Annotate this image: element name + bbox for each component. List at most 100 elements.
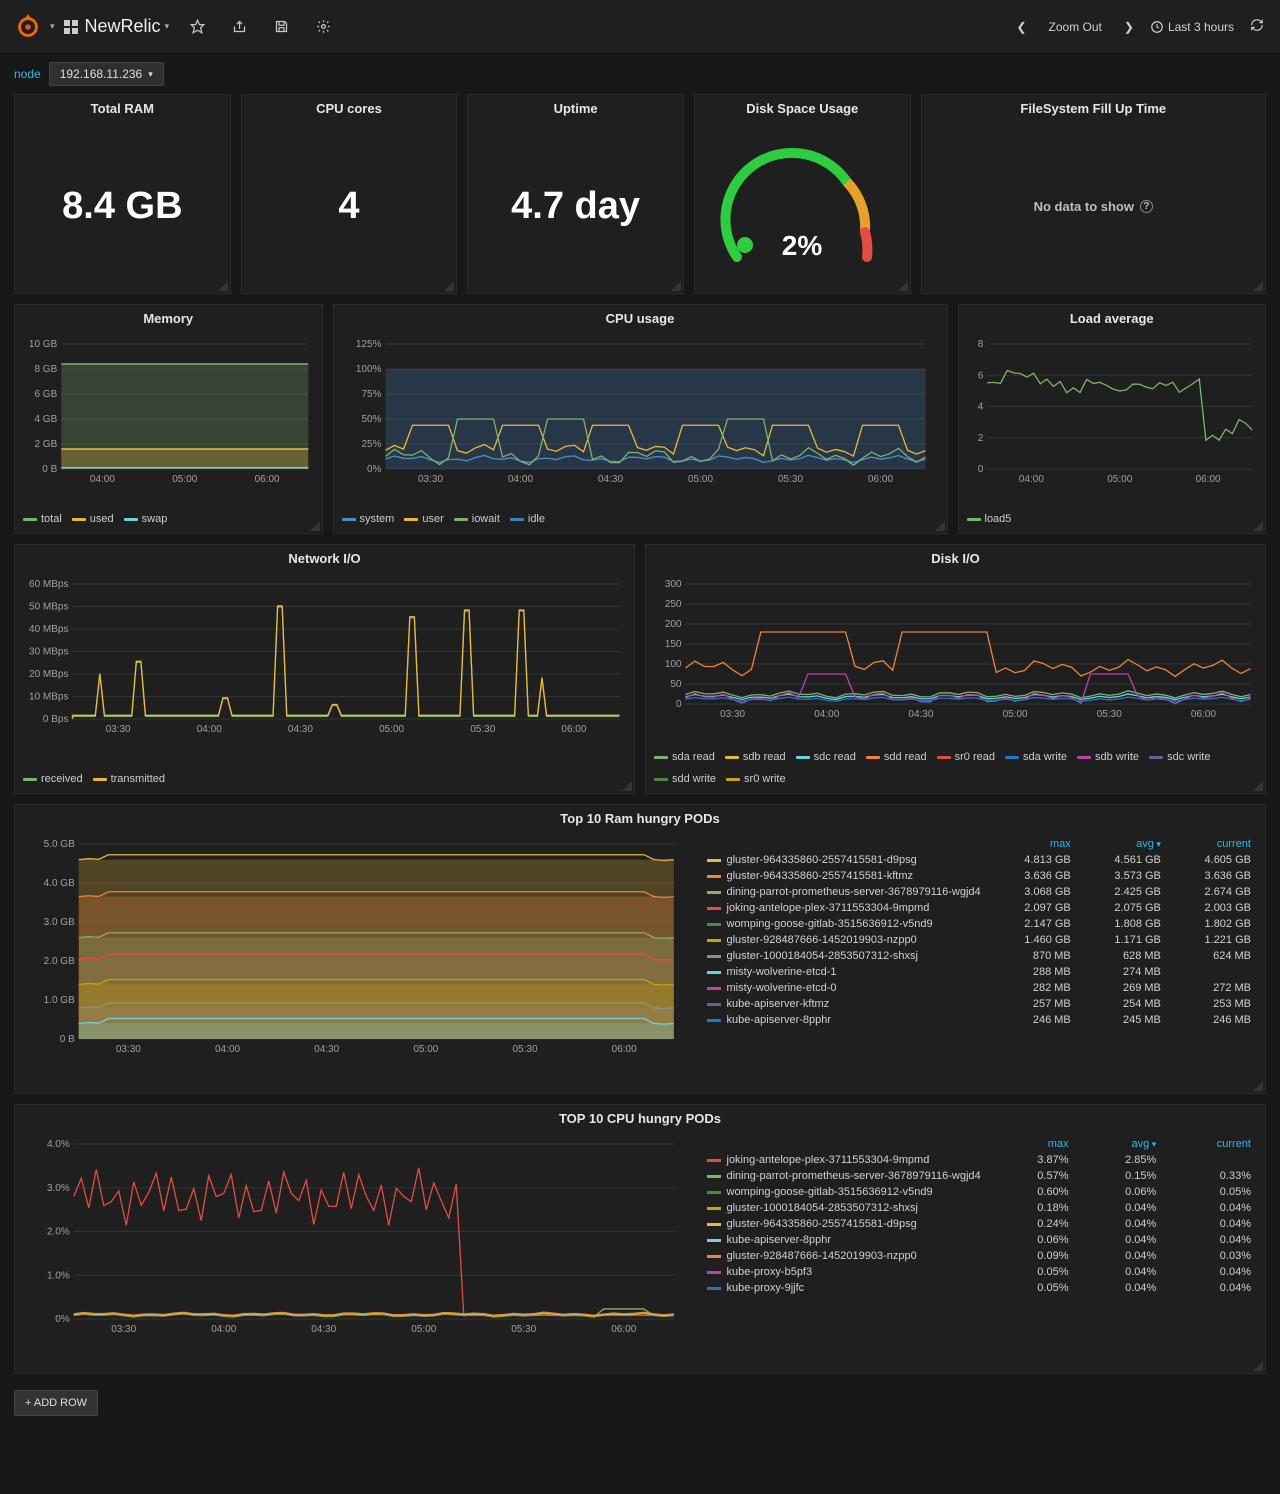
svg-text:06:00: 06:00: [611, 1324, 636, 1334]
col-name[interactable]: [703, 1136, 985, 1152]
resize-handle-icon[interactable]: [1253, 521, 1263, 531]
table-row[interactable]: joking-antelope-plex-3711553304-9mpmd3.8…: [703, 1152, 1256, 1168]
svg-text:0 Bps: 0 Bps: [43, 714, 69, 725]
legend-item[interactable]: sdb write: [1077, 751, 1139, 763]
panel-cpu-cores[interactable]: CPU cores 4: [241, 94, 458, 294]
panel-total-ram[interactable]: Total RAM 8.4 GB: [14, 94, 231, 294]
svg-text:6: 6: [977, 370, 983, 381]
table-row[interactable]: misty-wolverine-etcd-0282 MB269 MB272 MB: [703, 980, 1256, 996]
table-row[interactable]: dining-parrot-prometheus-server-36789791…: [703, 884, 1256, 900]
legend-item[interactable]: system: [342, 513, 395, 525]
table-row[interactable]: kube-apiserver-8pphr246 MB245 MB246 MB: [703, 1012, 1256, 1028]
col-avg[interactable]: avg: [1075, 836, 1165, 852]
legend-table: max avg current joking-antelope-plex-371…: [703, 1136, 1256, 1296]
time-forward-button[interactable]: ❯: [1118, 16, 1140, 38]
svg-text:05:00: 05:00: [1003, 709, 1028, 719]
panel-uptime[interactable]: Uptime 4.7 day: [467, 94, 684, 294]
legend-item[interactable]: received: [23, 773, 83, 785]
dashboard-picker[interactable]: NewRelic ▾: [63, 16, 170, 37]
legend-item[interactable]: iowait: [454, 513, 500, 525]
svg-text:3.0%: 3.0%: [47, 1183, 70, 1194]
resize-handle-icon[interactable]: [935, 521, 945, 531]
panel-ram-pods[interactable]: Top 10 Ram hungry PODs 5.0 GB4.0 GB3.0 G…: [14, 804, 1266, 1094]
table-row[interactable]: gluster-928487666-1452019903-nzpp01.460 …: [703, 932, 1256, 948]
grafana-logo[interactable]: [10, 9, 46, 45]
col-current[interactable]: current: [1160, 1136, 1255, 1152]
col-max[interactable]: max: [985, 1136, 1073, 1152]
legend-item[interactable]: sdc write: [1149, 751, 1210, 763]
col-current[interactable]: current: [1165, 836, 1255, 852]
row-singlestats: Total RAM 8.4 GB CPU cores 4 Uptime 4.7 …: [0, 94, 1280, 304]
panel-network-io[interactable]: Network I/O 60 MBps50 MBps40 MBps30 MBps…: [14, 544, 635, 794]
resize-handle-icon[interactable]: [1253, 781, 1263, 791]
resize-handle-icon[interactable]: [1253, 1361, 1263, 1371]
variable-node-select[interactable]: 192.168.11.236 ▾: [49, 62, 164, 86]
table-row[interactable]: gluster-964335860-2557415581-d9psg0.24%0…: [703, 1216, 1256, 1232]
svg-text:0 B: 0 B: [42, 464, 57, 475]
table-row[interactable]: gluster-964335860-2557415581-kftmz3.636 …: [703, 868, 1256, 884]
legend-item[interactable]: sdc read: [796, 751, 856, 763]
legend-item[interactable]: load5: [967, 513, 1012, 525]
svg-text:100: 100: [665, 659, 682, 670]
svg-text:0%: 0%: [55, 1314, 70, 1325]
time-back-button[interactable]: ❮: [1010, 16, 1032, 38]
table-row[interactable]: misty-wolverine-etcd-1288 MB274 MB: [703, 964, 1256, 980]
resize-handle-icon[interactable]: [310, 521, 320, 531]
legend-item[interactable]: sda write: [1005, 751, 1067, 763]
star-button[interactable]: [183, 13, 211, 41]
panel-disk-io[interactable]: Disk I/O 30025020015010050003:3004:0004:…: [645, 544, 1266, 794]
panel-fs-fillup[interactable]: FileSystem Fill Up Time No data to show …: [921, 94, 1266, 294]
zoom-out-button[interactable]: Zoom Out: [1043, 16, 1108, 38]
time-range-picker[interactable]: Last 3 hours: [1150, 20, 1234, 34]
legend-item[interactable]: used: [72, 513, 114, 525]
legend-item[interactable]: swap: [124, 513, 168, 525]
legend-item[interactable]: idle: [510, 513, 545, 525]
resize-handle-icon[interactable]: [1253, 281, 1263, 291]
resize-handle-icon[interactable]: [671, 281, 681, 291]
table-row[interactable]: gluster-928487666-1452019903-nzpp00.09%0…: [703, 1248, 1256, 1264]
resize-handle-icon[interactable]: [898, 281, 908, 291]
legend-item[interactable]: sr0 read: [937, 751, 995, 763]
legend-item[interactable]: sdd write: [654, 773, 716, 785]
help-icon[interactable]: ?: [1140, 200, 1153, 213]
legend-item[interactable]: user: [404, 513, 443, 525]
table-row[interactable]: gluster-964335860-2557415581-d9psg4.813 …: [703, 852, 1256, 868]
share-button[interactable]: [225, 13, 253, 41]
table-row[interactable]: kube-apiserver-kftmz257 MB254 MB253 MB: [703, 996, 1256, 1012]
col-name[interactable]: [703, 836, 985, 852]
legend-item[interactable]: sdd read: [866, 751, 927, 763]
resize-handle-icon[interactable]: [1253, 1081, 1263, 1091]
table-row[interactable]: dining-parrot-prometheus-server-36789791…: [703, 1168, 1256, 1184]
legend-item[interactable]: transmitted: [93, 773, 165, 785]
panel-title: FileSystem Fill Up Time: [922, 95, 1265, 120]
logo-dropdown-icon[interactable]: ▾: [50, 21, 55, 32]
table-row[interactable]: gluster-1000184054-2853507312-shxsj870 M…: [703, 948, 1256, 964]
table-row[interactable]: womping-goose-gitlab-3515636912-v5nd92.1…: [703, 916, 1256, 932]
table-row[interactable]: gluster-1000184054-2853507312-shxsj0.18%…: [703, 1200, 1256, 1216]
panel-cpu-usage[interactable]: CPU usage 125%100%75%50%25%0%03:3004:000…: [333, 304, 948, 534]
table-row[interactable]: kube-proxy-9jjfc0.05%0.04%0.04%: [703, 1280, 1256, 1296]
resize-handle-icon[interactable]: [622, 781, 632, 791]
table-row[interactable]: joking-antelope-plex-3711553304-9mpmd2.0…: [703, 900, 1256, 916]
panel-cpu-pods[interactable]: TOP 10 CPU hungry PODs 4.0%3.0%2.0%1.0%0…: [14, 1104, 1266, 1374]
resize-handle-icon[interactable]: [444, 281, 454, 291]
panel-disk-usage[interactable]: Disk Space Usage 2%: [694, 94, 911, 294]
legend-item[interactable]: total: [23, 513, 62, 525]
panel-memory[interactable]: Memory 10 GB8 GB6 GB4 GB2 GB0 B04:0005:0…: [14, 304, 323, 534]
add-row-button[interactable]: + ADD ROW: [14, 1390, 98, 1416]
panel-load-average[interactable]: Load average 8642004:0005:0006:00 load5: [958, 304, 1267, 534]
table-row[interactable]: kube-proxy-b5pf30.05%0.04%0.04%: [703, 1264, 1256, 1280]
settings-button[interactable]: [309, 13, 337, 41]
svg-text:300: 300: [665, 579, 682, 590]
table-row[interactable]: womping-goose-gitlab-3515636912-v5nd90.6…: [703, 1184, 1256, 1200]
legend-item[interactable]: sda read: [654, 751, 715, 763]
table-row[interactable]: kube-apiserver-8pphr0.06%0.04%0.04%: [703, 1232, 1256, 1248]
col-avg[interactable]: avg: [1073, 1136, 1161, 1152]
save-button[interactable]: [267, 13, 295, 41]
legend: sda read sdb read sdc read sdd read sr0 read…: [646, 747, 1265, 793]
legend-item[interactable]: sdb read: [725, 751, 786, 763]
resize-handle-icon[interactable]: [218, 281, 228, 291]
refresh-button[interactable]: [1244, 14, 1270, 39]
legend-item[interactable]: sr0 write: [726, 773, 786, 785]
col-max[interactable]: max: [985, 836, 1075, 852]
